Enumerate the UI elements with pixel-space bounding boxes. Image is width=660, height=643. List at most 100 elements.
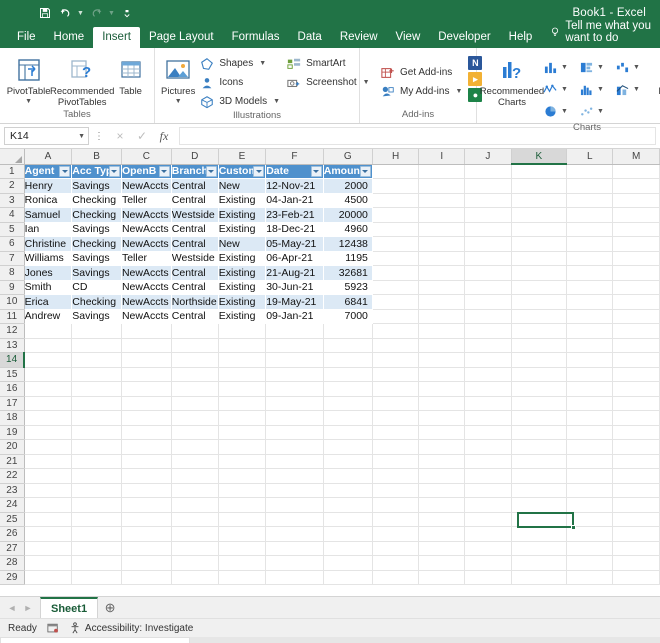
cell-D13[interactable] (171, 338, 219, 353)
cell-D24[interactable] (171, 497, 219, 513)
cell-A27[interactable] (24, 541, 73, 556)
cell-I8[interactable] (418, 265, 466, 281)
cell-B18[interactable] (71, 410, 122, 426)
cell-K2[interactable] (511, 178, 568, 194)
cell-J15[interactable] (464, 367, 512, 382)
cell-M28[interactable] (612, 555, 660, 571)
cell-F20[interactable] (265, 439, 324, 455)
cell-I6[interactable] (418, 236, 466, 252)
cell-L5[interactable] (566, 222, 614, 237)
cell-M9[interactable] (612, 280, 660, 295)
cell-J14[interactable] (464, 352, 512, 368)
cell-I12[interactable] (418, 323, 466, 339)
cell-I23[interactable] (418, 483, 466, 498)
cell-L2[interactable] (566, 178, 614, 194)
table-data-cell[interactable]: 18-Dec-21 (265, 222, 324, 237)
row-header-28[interactable]: 28 (0, 555, 25, 571)
row-header-29[interactable]: 29 (0, 570, 25, 585)
cell-M22[interactable] (612, 468, 660, 484)
cell-M12[interactable] (612, 323, 660, 339)
cell-K4[interactable] (511, 207, 568, 223)
table-header-cell[interactable]: Date (265, 164, 324, 179)
cell-J17[interactable] (464, 396, 512, 411)
row-header-1[interactable]: 1 (0, 164, 25, 179)
cell-I22[interactable] (418, 468, 466, 484)
table-data-cell[interactable]: 06-Apr-21 (265, 251, 324, 266)
cell-D26[interactable] (171, 526, 219, 542)
cell-I13[interactable] (418, 338, 466, 353)
table-data-cell[interactable]: Northside (171, 294, 219, 310)
cell-E12[interactable] (218, 323, 267, 339)
cell-H10[interactable] (372, 294, 420, 310)
row-header-23[interactable]: 23 (0, 483, 25, 498)
table-data-cell[interactable]: Savings (71, 309, 122, 324)
table-data-cell[interactable]: Checking (71, 294, 122, 310)
cell-A16[interactable] (24, 381, 73, 397)
sheet-tab-sheet1[interactable]: Sheet1 (40, 597, 99, 618)
table-data-cell[interactable]: Central (171, 309, 219, 324)
cell-J20[interactable] (464, 439, 512, 455)
cell-D21[interactable] (171, 454, 219, 469)
cell-E21[interactable] (218, 454, 267, 469)
cell-B21[interactable] (71, 454, 122, 469)
table-header-cell[interactable]: Branch (171, 164, 219, 179)
cell-I16[interactable] (418, 381, 466, 397)
table-data-cell[interactable]: Jones (24, 265, 73, 281)
pivot-table-button[interactable]: PivotTable ▼ (6, 52, 51, 105)
table-data-cell[interactable]: 32681 (323, 265, 373, 281)
table-header-cell[interactable]: Acc Typ (71, 164, 122, 179)
cell-C13[interactable] (121, 338, 172, 353)
cell-J29[interactable] (464, 570, 512, 585)
cell-I15[interactable] (418, 367, 466, 382)
row-header-12[interactable]: 12 (0, 323, 25, 339)
row-header-14[interactable]: 14 (0, 352, 26, 368)
row-header-7[interactable]: 7 (0, 251, 25, 266)
cell-A29[interactable] (24, 570, 73, 585)
cell-I5[interactable] (418, 222, 466, 237)
cell-M24[interactable] (612, 497, 660, 513)
previous-sheet-icon[interactable]: ◄ (4, 603, 20, 613)
cell-L15[interactable] (566, 367, 614, 382)
cell-C27[interactable] (121, 541, 172, 556)
table-data-cell[interactable]: Andrew (24, 309, 73, 324)
filter-dropdown-icon[interactable] (253, 166, 265, 177)
table-data-cell[interactable]: NewAccts (121, 236, 172, 252)
accessibility-status[interactable]: Accessibility: Investigate (69, 622, 193, 634)
cell-L14[interactable] (566, 352, 614, 368)
cell-I10[interactable] (418, 294, 466, 310)
table-data-cell[interactable]: Checking (71, 236, 122, 252)
cell-M20[interactable] (612, 439, 660, 455)
cell-K16[interactable] (511, 381, 568, 397)
cell-F26[interactable] (265, 526, 324, 542)
row-header-21[interactable]: 21 (0, 454, 25, 469)
table-data-cell[interactable]: 12-Nov-21 (265, 178, 324, 194)
cell-M27[interactable] (612, 541, 660, 556)
table-header-cell[interactable]: OpenB (121, 164, 172, 179)
cell-H2[interactable] (372, 178, 420, 194)
table-data-cell[interactable]: 2000 (323, 178, 373, 194)
cell-H11[interactable] (372, 309, 420, 324)
filter-dropdown-icon[interactable] (59, 166, 71, 177)
shapes-button[interactable]: Shapes ▼ (199, 55, 280, 72)
cell-D18[interactable] (171, 410, 219, 426)
cell-D12[interactable] (171, 323, 219, 339)
scatter-chart-button[interactable]: ▼ (577, 100, 613, 122)
tab-home[interactable]: Home (45, 27, 94, 48)
cell-G18[interactable] (323, 410, 373, 426)
tab-file[interactable]: File (8, 27, 45, 48)
filter-dropdown-icon[interactable] (108, 166, 120, 177)
cell-J11[interactable] (464, 309, 512, 324)
table-data-cell[interactable]: NewAccts (121, 265, 172, 281)
3d-models-button[interactable]: 3D Models ▼ (199, 93, 280, 110)
cell-A12[interactable] (24, 323, 73, 339)
cell-G15[interactable] (323, 367, 373, 382)
cell-F25[interactable] (265, 512, 324, 527)
table-data-cell[interactable]: Teller (121, 193, 172, 208)
cell-K29[interactable] (511, 570, 568, 585)
filter-dropdown-icon[interactable] (359, 166, 371, 177)
row-header-22[interactable]: 22 (0, 468, 25, 484)
cell-J16[interactable] (464, 381, 512, 397)
cell-K10[interactable] (511, 294, 568, 310)
row-header-13[interactable]: 13 (0, 338, 25, 353)
table-data-cell[interactable]: Central (171, 280, 219, 295)
